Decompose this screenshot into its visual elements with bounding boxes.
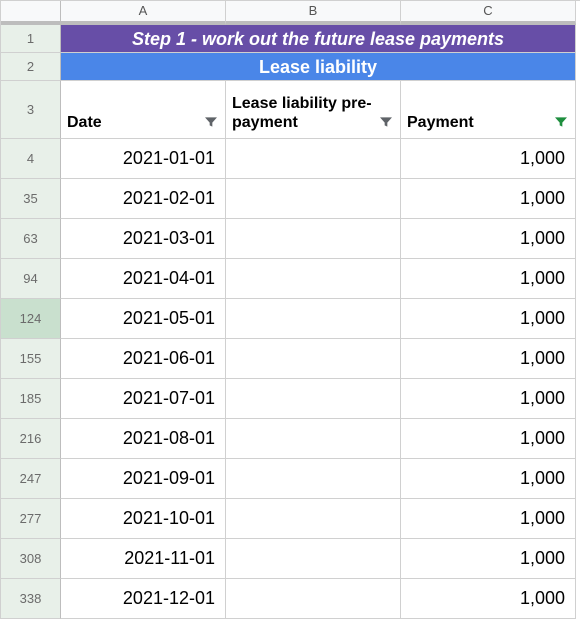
row-header-3[interactable]: 3 <box>1 81 61 139</box>
header-date-label: Date <box>67 113 199 132</box>
table-row: 2162021-08-01 1,000 <box>1 419 580 459</box>
row-3: 3 Date Lease liability pre-payment Payme… <box>1 81 580 139</box>
table-row: 1552021-06-01 1,000 <box>1 339 580 379</box>
cell-date[interactable]: 2021-12-01 <box>61 579 226 619</box>
cell-pre-payment[interactable] <box>226 179 401 219</box>
cell-pre-payment[interactable] <box>226 219 401 259</box>
cell-payment[interactable]: 1,000 <box>401 499 576 539</box>
cell-date[interactable]: 2021-02-01 <box>61 179 226 219</box>
cell-payment[interactable]: 1,000 <box>401 379 576 419</box>
row-2: 2 Lease liability <box>1 53 580 81</box>
row-header[interactable]: 308 <box>1 539 61 579</box>
select-all-corner[interactable] <box>1 1 61 25</box>
cell-payment[interactable]: 1,000 <box>401 539 576 579</box>
table-row: 1242021-05-01 1,000 <box>1 299 580 339</box>
cell-pre-payment[interactable] <box>226 499 401 539</box>
cell-pre-payment[interactable] <box>226 259 401 299</box>
cell-date[interactable]: 2021-06-01 <box>61 339 226 379</box>
cell-date[interactable]: 2021-04-01 <box>61 259 226 299</box>
row-header[interactable]: 124 <box>1 299 61 339</box>
row-header[interactable]: 63 <box>1 219 61 259</box>
row-header[interactable]: 185 <box>1 379 61 419</box>
row-header[interactable]: 338 <box>1 579 61 619</box>
header-pre-payment-label: Lease liability pre-payment <box>232 94 374 132</box>
row-header[interactable]: 247 <box>1 459 61 499</box>
table-row: 42021-01-01 1,000 <box>1 139 580 179</box>
data-rows: 42021-01-011,000352021-02-011,000632021-… <box>1 139 580 619</box>
cell-date[interactable]: 2021-01-01 <box>61 139 226 179</box>
table-row: 2772021-10-01 1,000 <box>1 499 580 539</box>
cell-payment[interactable]: 1,000 <box>401 459 576 499</box>
row-header[interactable]: 35 <box>1 179 61 219</box>
cell-payment[interactable]: 1,000 <box>401 179 576 219</box>
cell-date[interactable]: 2021-09-01 <box>61 459 226 499</box>
header-pre-payment[interactable]: Lease liability pre-payment <box>226 81 401 139</box>
header-date[interactable]: Date <box>61 81 226 139</box>
cell-payment[interactable]: 1,000 <box>401 339 576 379</box>
cell-pre-payment[interactable] <box>226 539 401 579</box>
table-row: 2472021-09-01 1,000 <box>1 459 580 499</box>
cell-date[interactable]: 2021-08-01 <box>61 419 226 459</box>
column-header-a[interactable]: A <box>61 1 226 25</box>
column-header-b[interactable]: B <box>226 1 401 25</box>
table-row: 3382021-12-01 1,000 <box>1 579 580 619</box>
cell-payment[interactable]: 1,000 <box>401 139 576 179</box>
cell-date[interactable]: 2021-03-01 <box>61 219 226 259</box>
row-header[interactable]: 216 <box>1 419 61 459</box>
cell-payment[interactable]: 1,000 <box>401 259 576 299</box>
header-payment[interactable]: Payment <box>401 81 576 139</box>
row-header[interactable]: 155 <box>1 339 61 379</box>
row-header-2[interactable]: 2 <box>1 53 61 81</box>
cell-date[interactable]: 2021-11-01 <box>61 539 226 579</box>
cell-pre-payment[interactable] <box>226 379 401 419</box>
table-row: 632021-03-01 1,000 <box>1 219 580 259</box>
row-header[interactable]: 277 <box>1 499 61 539</box>
cell-pre-payment[interactable] <box>226 419 401 459</box>
table-row: 942021-04-01 1,000 <box>1 259 580 299</box>
lease-liability-subtitle[interactable]: Lease liability <box>61 53 576 81</box>
table-row: 3082021-11-01 1,000 <box>1 539 580 579</box>
cell-pre-payment[interactable] <box>226 139 401 179</box>
row-header-1[interactable]: 1 <box>1 25 61 53</box>
cell-pre-payment[interactable] <box>226 459 401 499</box>
column-header-c[interactable]: C <box>401 1 576 25</box>
cell-date[interactable]: 2021-10-01 <box>61 499 226 539</box>
row-header[interactable]: 4 <box>1 139 61 179</box>
row-header[interactable]: 94 <box>1 259 61 299</box>
header-payment-label: Payment <box>407 113 549 132</box>
row-1: 1 Step 1 - work out the future lease pay… <box>1 25 580 53</box>
cell-payment[interactable]: 1,000 <box>401 299 576 339</box>
column-header-row: A B C <box>1 1 580 25</box>
spreadsheet: A B C 1 Step 1 - work out the future lea… <box>0 0 580 619</box>
table-row: 352021-02-01 1,000 <box>1 179 580 219</box>
step-title-cell[interactable]: Step 1 - work out the future lease payme… <box>61 25 576 53</box>
cell-date[interactable]: 2021-05-01 <box>61 299 226 339</box>
filter-active-icon[interactable] <box>553 114 569 130</box>
cell-pre-payment[interactable] <box>226 339 401 379</box>
filter-icon[interactable] <box>203 114 219 130</box>
cell-date[interactable]: 2021-07-01 <box>61 379 226 419</box>
filter-icon[interactable] <box>378 114 394 130</box>
cell-payment[interactable]: 1,000 <box>401 579 576 619</box>
cell-payment[interactable]: 1,000 <box>401 219 576 259</box>
cell-payment[interactable]: 1,000 <box>401 419 576 459</box>
cell-pre-payment[interactable] <box>226 579 401 619</box>
cell-pre-payment[interactable] <box>226 299 401 339</box>
table-row: 1852021-07-01 1,000 <box>1 379 580 419</box>
